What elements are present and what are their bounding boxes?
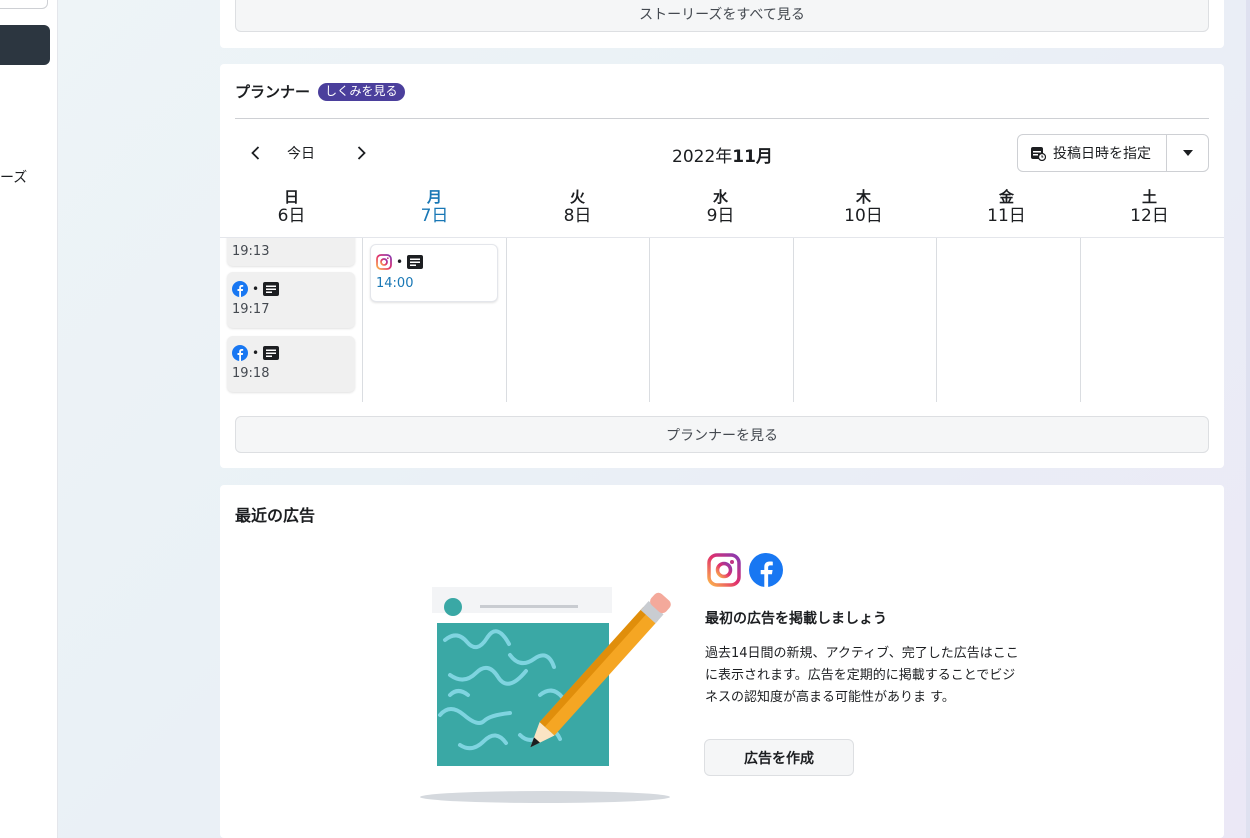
post-time: 19:13 bbox=[232, 244, 270, 259]
stories-card: ストーリーズをすべて見る bbox=[220, 0, 1224, 48]
scheduled-post-card[interactable]: • 19:18 bbox=[227, 336, 355, 392]
day-of-week: 月 bbox=[426, 188, 442, 206]
calendar-clock-icon bbox=[1031, 147, 1046, 161]
column-divider bbox=[793, 238, 794, 402]
scrollbar-track[interactable] bbox=[1246, 0, 1250, 838]
instagram-icon bbox=[376, 254, 392, 270]
ad-illustration bbox=[420, 587, 671, 803]
month-label: 11月 bbox=[732, 147, 773, 167]
scheduled-post-card[interactable]: • 14:00 bbox=[370, 244, 498, 302]
post-time: 19:18 bbox=[232, 366, 270, 381]
day-of-week: 日 bbox=[283, 188, 299, 206]
divider bbox=[235, 118, 1209, 119]
post-time: 14:00 bbox=[376, 276, 414, 291]
sidebar-active-item[interactable] bbox=[0, 25, 50, 65]
column-divider bbox=[362, 238, 363, 402]
day-of-week: 金 bbox=[998, 188, 1014, 206]
column-divider bbox=[1080, 238, 1081, 402]
day-header-wed: 水 9日 bbox=[649, 188, 792, 226]
ad-platform-logos bbox=[707, 553, 783, 587]
planner-card: プランナー しくみを見る 今日 2022年11月 投稿日時を指定 日 6日 月 … bbox=[220, 64, 1224, 468]
schedule-dropdown-button[interactable] bbox=[1167, 135, 1208, 171]
month-title: 2022年11月 bbox=[672, 142, 773, 167]
day-header-sat: 土 12日 bbox=[1078, 188, 1221, 226]
recent-ads-title: 最近の広告 bbox=[235, 506, 316, 525]
facebook-icon bbox=[232, 281, 248, 297]
ads-empty-description: 過去14日間の新規、アクティブ、完了した広告はここに表示されます。広告を定期的に… bbox=[705, 646, 1019, 705]
today-button[interactable]: 今日 bbox=[287, 143, 315, 163]
next-week-button[interactable] bbox=[349, 141, 373, 165]
separator-dot: • bbox=[252, 346, 260, 360]
day-header-thu: 木 10日 bbox=[792, 188, 935, 226]
facebook-icon bbox=[232, 345, 248, 361]
day-date: 7日 bbox=[420, 206, 449, 226]
how-it-works-badge[interactable]: しくみを見る bbox=[318, 82, 405, 101]
left-sidebar: ーズ bbox=[0, 0, 58, 838]
day-header-fri: 金 11日 bbox=[935, 188, 1078, 226]
day-of-week: 土 bbox=[1141, 188, 1157, 206]
schedule-post-button[interactable]: 投稿日時を指定 bbox=[1018, 135, 1167, 171]
post-icons: • bbox=[232, 281, 280, 297]
caret-down-icon bbox=[1182, 150, 1193, 156]
prev-week-button[interactable] bbox=[244, 141, 268, 165]
day-date: 11日 bbox=[987, 206, 1026, 226]
day-date: 9日 bbox=[706, 206, 735, 226]
day-of-week: 火 bbox=[569, 188, 585, 206]
recent-ads-card: 最近の広告 最初の広告を掲載しましょう 過去14日間の新規、アクティブ、完了した… bbox=[220, 485, 1224, 838]
post-icons: • bbox=[376, 254, 424, 270]
year-label: 2022年 bbox=[672, 147, 733, 167]
scheduled-post-card[interactable]: 19:13 bbox=[227, 238, 355, 266]
day-date: 8日 bbox=[563, 206, 592, 226]
week-days-header: 日 6日 月 7日 火 8日 水 9日 木 10日 金 11日 土 12日 bbox=[220, 188, 1224, 238]
planner-title: プランナー bbox=[235, 83, 311, 101]
day-date: 6日 bbox=[277, 206, 306, 226]
create-ad-button[interactable]: 広告を作成 bbox=[704, 739, 854, 776]
chevron-left-icon bbox=[251, 146, 260, 160]
day-header-mon: 月 7日 bbox=[363, 188, 506, 226]
see-planner-button[interactable]: プランナーを見る bbox=[235, 416, 1209, 453]
planner-header: プランナー しくみを見る bbox=[235, 81, 405, 102]
day-date: 12日 bbox=[1130, 206, 1169, 226]
schedule-post-label: 投稿日時を指定 bbox=[1053, 146, 1151, 162]
day-header-tue: 火 8日 bbox=[506, 188, 649, 226]
scheduled-post-card[interactable]: • 19:17 bbox=[227, 272, 355, 328]
day-header-sun: 日 6日 bbox=[220, 188, 363, 226]
facebook-icon bbox=[749, 553, 783, 587]
post-time: 19:17 bbox=[232, 302, 270, 317]
sidebar-item-label[interactable]: ーズ bbox=[0, 167, 27, 187]
calendar-grid[interactable]: 19:13 • 19:17 • 19:18 • 14:00 bbox=[220, 238, 1224, 402]
post-type-icon bbox=[263, 346, 280, 360]
instagram-icon bbox=[707, 553, 741, 587]
separator-dot: • bbox=[396, 255, 404, 269]
day-date: 10日 bbox=[844, 206, 883, 226]
post-type-icon bbox=[263, 282, 280, 296]
column-divider bbox=[506, 238, 507, 402]
sidebar-search-box[interactable] bbox=[0, 0, 48, 9]
see-all-stories-button[interactable]: ストーリーズをすべて見る bbox=[235, 0, 1209, 32]
chevron-right-icon bbox=[357, 146, 366, 160]
schedule-post-button-group: 投稿日時を指定 bbox=[1017, 134, 1209, 172]
separator-dot: • bbox=[252, 282, 260, 296]
day-of-week: 木 bbox=[855, 188, 871, 206]
column-divider bbox=[936, 238, 937, 402]
ads-empty-heading: 最初の広告を掲載しましょう bbox=[705, 611, 887, 627]
post-icons: • bbox=[232, 345, 280, 361]
column-divider bbox=[649, 238, 650, 402]
day-of-week: 水 bbox=[712, 188, 728, 206]
post-type-icon bbox=[407, 255, 424, 269]
